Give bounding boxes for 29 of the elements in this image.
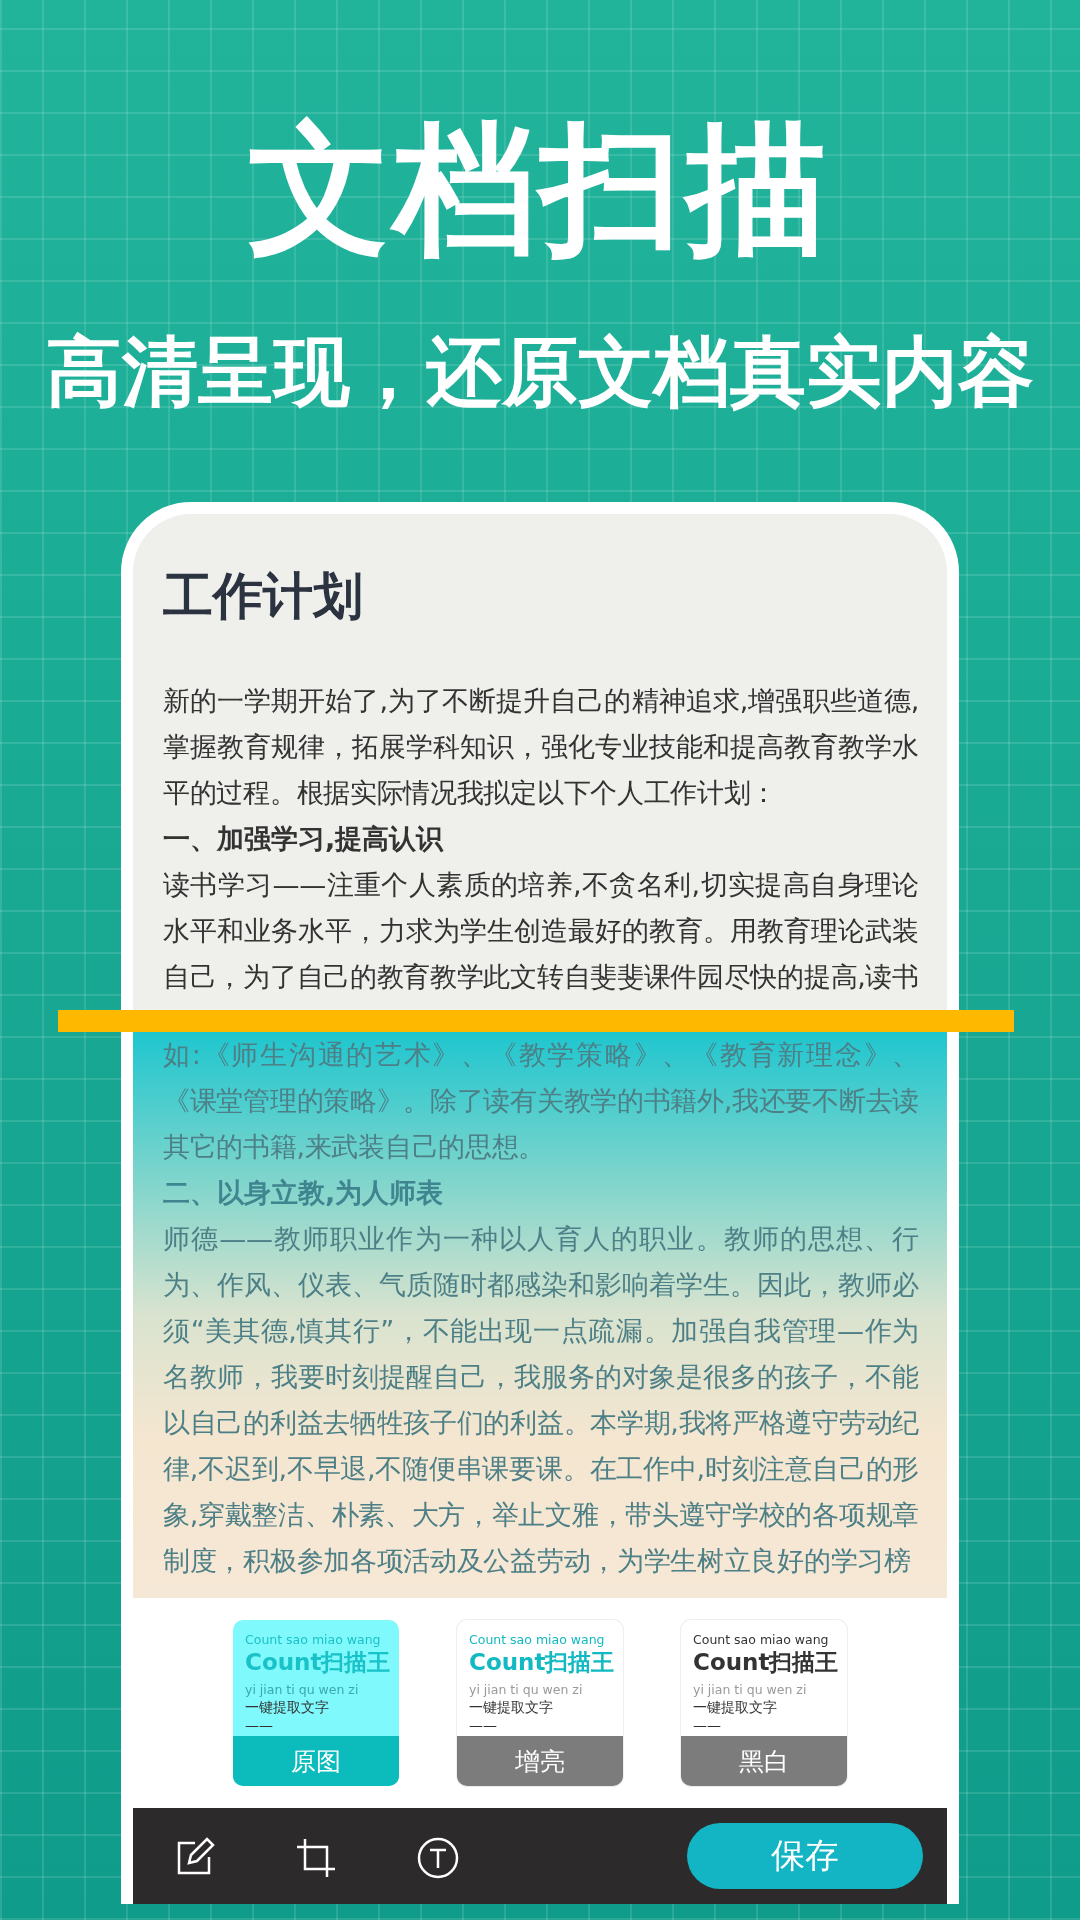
filter-thumbnail[interactable]: Count sao miao wang Count扫描王 yi jian ti qu wen zi 一键提取文字 —— 黑白 [681, 1620, 847, 1786]
thumbnail-text: yi jian ti qu wen zi [693, 1682, 808, 1698]
thumbnail-text: —— [245, 1716, 274, 1734]
hero-subtitle: 高清呈现，还原文档真实内容 [46, 334, 1034, 410]
document-title: 工作计划 [163, 566, 364, 626]
paragraph: 师德——教师职业作为一种以人育人的职业。教师的思想、行为、作风、仪表、气质随时都感染和影响着学生。因此，教师必须“美其德,慎其行”，不能出现一点疏漏。加强自我管理—作为名教师，我要时刻提醒自己，我服务的对象是很多的孩子，不能以自己的利益去牺牲孩子们的利益。本学期,我将严格遵守劳动纪律,不迟到,不早退,不随便串课要课。在工作中,时刻注意自己的形象,穿戴整洁、朴素、大方，举止文雅，带头遵守学校的各项规章制度，积极参加各项活动及公益劳动，为学生树立良好的学习榜 [163, 1222, 919, 1578]
thumbnail-text: Count sao miao wang [245, 1632, 382, 1648]
thumbnail-text: yi jian ti qu wen zi [245, 1682, 360, 1698]
section-heading: 一、加强学习,提高认识 [163, 822, 445, 856]
thumbnail-text: 一键提取文字 [693, 1698, 778, 1716]
thumbnail-text: Count sao miao wang [469, 1632, 606, 1648]
filter-label: 黑白 [681, 1736, 847, 1786]
paragraph: 读书学习——注重个人素质的培养,不贪名利,切实提高自身理论水平和业务水平，力求为学生创造最好的教育。用教育理论武装自己，为了自己的教育教学此文转自斐斐课件园尽快的提高,读书 [163, 868, 919, 994]
paragraph: 新的一学期开始了,为了不断提升自己的精神追求,增强职些道德,掌握教育规律，拓展学科知识，强化专业技能和提高教育教学水平的过程。根据实际情况我拟定以下个人工作计划： [163, 684, 919, 810]
filter-label: 原图 [233, 1736, 399, 1786]
thumbnail-text: yi jian ti qu wen zi [469, 1682, 584, 1698]
text-icon[interactable] [417, 1837, 459, 1879]
thumbnail-text: —— [469, 1716, 498, 1734]
thumbnail-text: —— [693, 1716, 722, 1734]
thumbnail-text: 一键提取文字 [245, 1698, 330, 1716]
filter-thumbnail[interactable]: Count sao miao wang Count扫描王 yi jian ti qu wen zi 一键提取文字 —— 原图 [233, 1620, 399, 1786]
thumbnail-text: Count sao miao wang [693, 1632, 830, 1648]
paragraph: 如:《师生沟通的艺术》、《教学策略》、《教育新理念》、《课堂管理的策略》。除了读有关教学的书籍外,我还要不断去读其它的书籍,来武装自己的思想。 [163, 1038, 919, 1164]
filter-thumbnail[interactable]: Count sao miao wang Count扫描王 yi jian ti qu wen zi 一键提取文字 —— 增亮 [457, 1620, 623, 1786]
hero-title: 文档扫描 [248, 118, 832, 260]
filter-label: 增亮 [457, 1736, 623, 1786]
thumbnail-text: 一键提取文字 [469, 1698, 554, 1716]
section-heading: 二、以身立教,为人师表 [163, 1176, 445, 1210]
crop-icon[interactable] [295, 1837, 337, 1879]
